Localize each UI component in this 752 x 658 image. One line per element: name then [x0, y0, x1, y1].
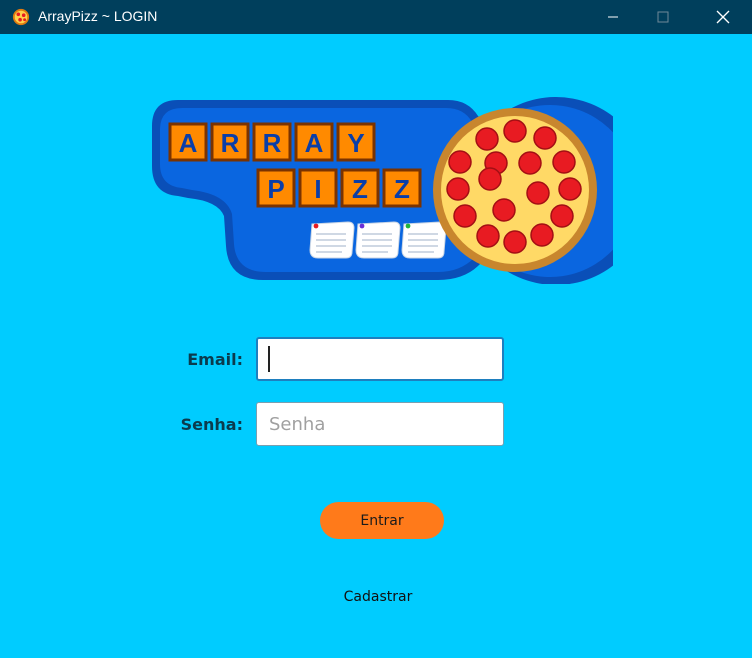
logo-letter: R [263, 128, 282, 158]
logo-letter: Z [394, 174, 410, 204]
logo-letter: P [267, 174, 284, 204]
window-titlebar[interactable]: ArrayPizz ~ LOGIN [0, 0, 752, 34]
logo-letter: A [179, 128, 198, 158]
window-title: ArrayPizz ~ LOGIN [38, 8, 158, 24]
maximize-icon [657, 11, 669, 23]
logo-letter: R [221, 128, 240, 158]
email-field[interactable] [256, 337, 504, 381]
minimize-icon [608, 16, 618, 18]
cadastrar-link[interactable]: Cadastrar [330, 589, 426, 605]
senha-label: Senha: [180, 415, 243, 434]
close-icon [716, 10, 730, 24]
logo-letter: Z [352, 174, 368, 204]
pizza-graphic [433, 108, 597, 272]
email-label: Email: [187, 350, 243, 369]
close-button[interactable] [700, 0, 746, 34]
minimize-button[interactable] [590, 0, 636, 34]
logo-letter: Y [347, 128, 364, 158]
logo-letter: A [305, 128, 324, 158]
entrar-button[interactable]: Entrar [320, 502, 444, 539]
text-cursor [268, 346, 270, 372]
senha-field[interactable] [256, 402, 504, 446]
maximize-button[interactable] [640, 0, 686, 34]
arraypizz-logo: A R R A Y P I Z Z [152, 97, 613, 284]
logo-letter: I [314, 174, 321, 204]
logo-letters-row1: A R R A Y [168, 122, 376, 162]
pizza-icon [12, 8, 30, 26]
order-tickets [309, 221, 447, 259]
